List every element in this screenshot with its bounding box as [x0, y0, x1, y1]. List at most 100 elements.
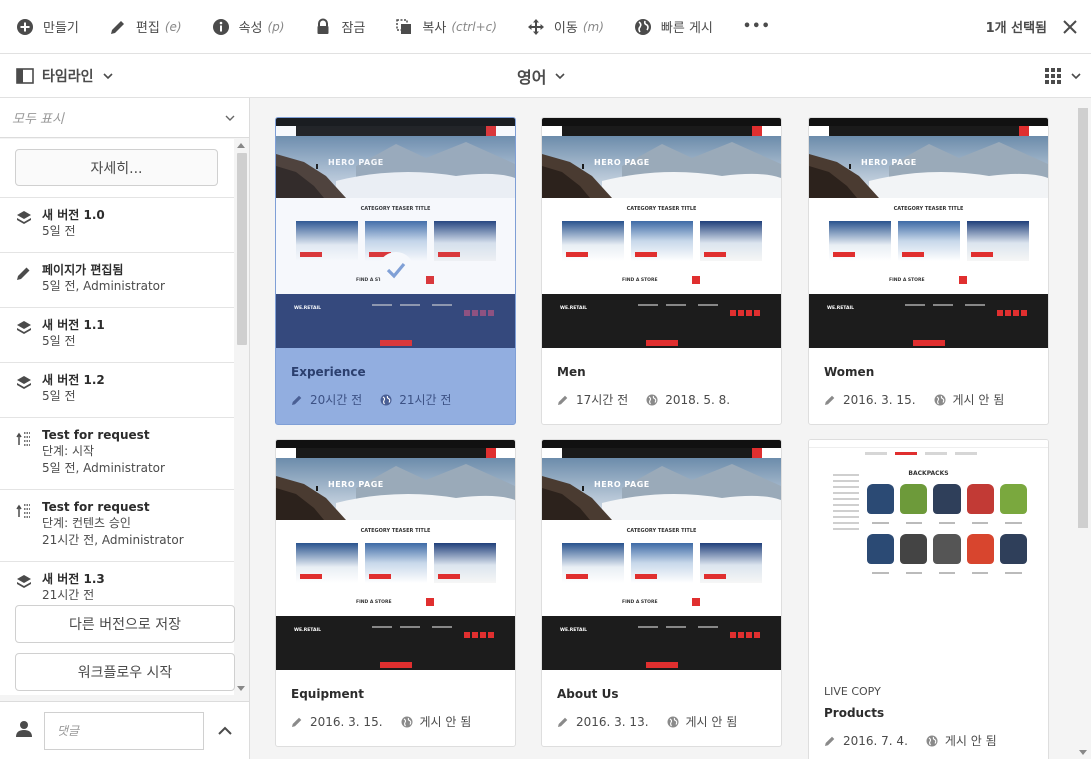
card-thumbnail[interactable]: HERO PAGE CATEGORY TEASER TITLE FIND A S… [542, 440, 781, 670]
content-scroll-thumb[interactable] [1078, 108, 1088, 528]
card-thumbnail[interactable]: HERO PAGE CATEGORY TEASER TITLE FIND A S… [276, 118, 515, 348]
workflow-icon [16, 504, 30, 518]
content-scrollbar[interactable] [1075, 98, 1091, 759]
pencil-icon [825, 395, 835, 405]
pencil-icon [558, 717, 568, 727]
card-published-date: 게시 안 됨 [685, 715, 738, 729]
selected-check-icon [378, 252, 414, 288]
card-info: LIVE COPY Products 2016. 7. 4. 게시 안 됨 [809, 670, 1048, 759]
thumbnail-hero-text: HERO PAGE [328, 480, 384, 489]
card-title: Experience [291, 365, 366, 379]
thumbnail-hero: HERO PAGE [542, 136, 781, 198]
close-selection-button[interactable] [1055, 0, 1085, 54]
move-shortcut: (m) [582, 19, 604, 34]
card-thumbnail[interactable]: HERO PAGE CATEGORY TEASER TITLE FIND A S… [276, 440, 515, 670]
more-actions-button[interactable]: ••• [727, 0, 785, 54]
page-card[interactable]: HERO PAGE CATEGORY TEASER TITLE FIND A S… [275, 117, 516, 425]
page-card[interactable]: HERO PAGE CATEGORY TEASER TITLE FIND A S… [541, 117, 782, 425]
language-selector[interactable]: 영어 [517, 54, 566, 98]
copy-icon [396, 18, 412, 34]
timeline-entry-detail: 단계: 시작 [42, 444, 95, 458]
chevron-down-icon [225, 115, 235, 121]
card-title: Women [824, 365, 875, 379]
copy-button[interactable]: 복사 (ctrl+c) [379, 0, 511, 54]
timeline-entry[interactable]: 새 버전 1.1 5일 전 [0, 307, 234, 350]
properties-label: 속성 [238, 21, 263, 36]
card-thumbnail[interactable]: BACKPACKS [809, 440, 1048, 670]
timeline-entry[interactable]: 새 버전 1.3 21시간 전 [0, 561, 234, 604]
page-card[interactable]: HERO PAGE CATEGORY TEASER TITLE FIND A S… [808, 117, 1049, 425]
page-card[interactable]: BACKPACKS LIVE COPY Products 2016. 7. 4.… [808, 439, 1049, 759]
card-modified-date: 2016. 3. 15. [310, 714, 383, 729]
thumbnail-brand: WE.RETAIL [294, 628, 322, 633]
thumbnail-hero: HERO PAGE [542, 458, 781, 520]
card-thumbnail[interactable]: HERO PAGE CATEGORY TEASER TITLE FIND A S… [542, 118, 781, 348]
grid-view-icon [1045, 68, 1061, 84]
card-modified-date: 17시간 전 [576, 393, 629, 407]
chevron-down-icon [555, 73, 566, 80]
save-as-version-button[interactable]: 다른 버전으로 저장 [15, 605, 235, 643]
scroll-up-arrow[interactable] [237, 143, 245, 148]
timeline-entry-detail: 21시간 전 [42, 588, 95, 602]
edit-shortcut: (e) [164, 19, 182, 34]
card-modified-date: 2016. 3. 13. [576, 714, 649, 729]
timeline-scrollbar[interactable] [234, 139, 249, 695]
edit-button[interactable]: 편집 (e) [93, 0, 196, 54]
card-title: Men [557, 365, 586, 379]
timeline-entry[interactable]: 새 버전 1.0 5일 전 [0, 197, 234, 240]
timeline-entry[interactable]: 새 버전 1.2 5일 전 [0, 362, 234, 405]
thumbnail-footer: WE.RETAIL [542, 616, 781, 670]
timeline-rail: 모두 표시 자세히... 새 버전 1.0 5일 전 페이지가 편집됨 5일 전… [0, 98, 250, 759]
plus-circle-icon [17, 18, 33, 35]
timeline-entry-title: Test for request [42, 500, 150, 514]
properties-button[interactable]: 속성 (p) [196, 0, 299, 54]
view-switcher[interactable] [1044, 54, 1081, 98]
copy-label: 복사 [422, 21, 447, 36]
timeline-entry-detail: 5일 전, Administrator [42, 279, 165, 293]
start-workflow-button[interactable]: 워크플로우 시작 [15, 653, 235, 691]
create-button[interactable]: 만들기 [0, 0, 93, 54]
lock-label: 잠금 [341, 21, 366, 36]
card-meta: 17시간 전 2018. 5. 8. [557, 391, 766, 408]
timeline-entry-detail: 단계: 컨텐츠 승인 [42, 516, 131, 530]
globe-icon [926, 735, 938, 746]
pencil-icon [558, 395, 568, 405]
rail-selector[interactable]: 타임라인 [16, 54, 113, 98]
card-published-date: 2018. 5. 8. [665, 392, 731, 407]
chevron-down-icon [102, 73, 113, 80]
quick-publish-button[interactable]: 빠른 게시 [618, 0, 727, 54]
comment-bar [0, 701, 249, 759]
card-thumbnail[interactable]: HERO PAGE CATEGORY TEASER TITLE FIND A S… [809, 118, 1048, 348]
timeline-entry[interactable]: Test for request 단계: 시작 5일 전, Administra… [0, 417, 234, 477]
scroll-down-arrow[interactable] [1079, 750, 1087, 755]
thumbnail-brand: WE.RETAIL [827, 306, 855, 311]
timeline-entry-detail: 5일 전, Administrator [42, 461, 165, 475]
comment-input[interactable] [44, 712, 204, 750]
timeline-entry[interactable]: Test for request 단계: 컨텐츠 승인 21시간 전, Admi… [0, 489, 234, 549]
timeline-entry[interactable]: 페이지가 편집됨 5일 전, Administrator [0, 252, 234, 295]
timeline-entry-detail: 5일 전 [42, 224, 76, 238]
move-button[interactable]: 이동 (m) [511, 0, 618, 54]
page-card[interactable]: HERO PAGE CATEGORY TEASER TITLE FIND A S… [541, 439, 782, 747]
quick-publish-label: 빠른 게시 [660, 21, 713, 36]
card-info: Equipment 2016. 3. 15. 게시 안 됨 [276, 670, 515, 746]
pencil-icon [825, 736, 835, 746]
card-meta: 2016. 7. 4. 게시 안 됨 [824, 732, 1033, 749]
lock-button[interactable]: 잠금 [298, 0, 379, 54]
page-card[interactable]: HERO PAGE CATEGORY TEASER TITLE FIND A S… [275, 439, 516, 747]
timeline-entry-title: 새 버전 1.1 [42, 318, 105, 332]
navigation-bar: 타임라인 영어 [0, 54, 1091, 98]
timeline-scroll-thumb[interactable] [237, 153, 247, 345]
scroll-down-arrow[interactable] [237, 686, 245, 691]
card-published-date: 21시간 전 [399, 393, 452, 407]
chevron-up-icon[interactable] [216, 722, 234, 740]
timeline-filter[interactable]: 모두 표시 [0, 98, 249, 138]
globe-icon [646, 394, 658, 405]
thumbnail-find-store: FIND A STORE [889, 278, 925, 283]
thumbnail-find-store: FIND A STORE [622, 278, 658, 283]
show-more-button[interactable]: 자세히... [15, 149, 218, 186]
chevron-down-icon [1071, 73, 1081, 80]
globe-icon [634, 18, 651, 35]
layers-icon [17, 211, 31, 224]
card-modified-date: 2016. 7. 4. [843, 733, 908, 748]
